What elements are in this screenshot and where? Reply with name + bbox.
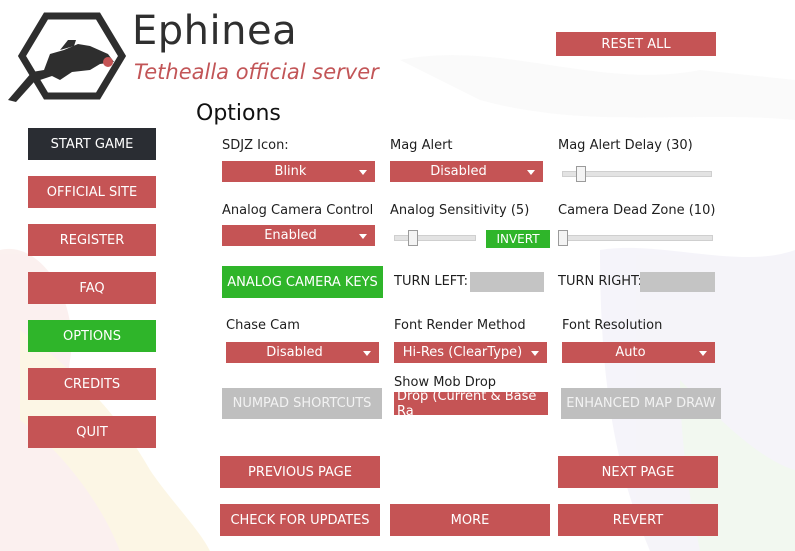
enhanced-map-draw-button[interactable]: ENHANCED MAP DRAW xyxy=(561,388,721,419)
sdjz-icon-dropdown[interactable]: Blink xyxy=(222,161,375,182)
font-render-method-label: Font Render Method xyxy=(394,318,526,333)
camera-dead-zone-slider[interactable] xyxy=(558,230,713,246)
turn-left-key-field[interactable] xyxy=(470,272,544,292)
reset-all-button[interactable]: RESET ALL xyxy=(556,32,716,56)
mag-alert-label: Mag Alert xyxy=(390,138,453,153)
analog-camera-keys-button[interactable]: ANALOG CAMERA KEYS xyxy=(222,266,383,298)
quit-button[interactable]: QUIT xyxy=(28,416,156,448)
options-button[interactable]: OPTIONS xyxy=(28,320,156,352)
app-subtitle: Tethealla official server xyxy=(134,60,379,84)
font-resolution-label: Font Resolution xyxy=(562,318,663,333)
more-button[interactable]: MORE xyxy=(390,504,550,536)
mag-alert-value: Disabled xyxy=(430,164,487,179)
show-mob-drop-dropdown[interactable]: Drop (Current & Base Ra xyxy=(394,392,548,415)
previous-page-button[interactable]: PREVIOUS PAGE xyxy=(220,456,380,488)
credits-button[interactable]: CREDITS xyxy=(28,368,156,400)
slider-thumb[interactable] xyxy=(408,230,418,246)
slider-track xyxy=(394,235,476,241)
chevron-down-icon xyxy=(531,350,539,356)
chase-cam-dropdown[interactable]: Disabled xyxy=(226,342,379,363)
font-render-method-dropdown[interactable]: Hi-Res (ClearType) xyxy=(394,342,547,363)
analog-sensitivity-label: Analog Sensitivity (5) xyxy=(390,203,530,218)
ephinea-logo-icon xyxy=(8,12,127,102)
chevron-down-icon xyxy=(359,233,367,239)
official-site-button[interactable]: OFFICIAL SITE xyxy=(28,176,156,208)
next-page-button[interactable]: NEXT PAGE xyxy=(558,456,718,488)
revert-button[interactable]: REVERT xyxy=(558,504,718,536)
chase-cam-value: Disabled xyxy=(266,345,323,360)
camera-dead-zone-label: Camera Dead Zone (10) xyxy=(558,203,716,218)
chevron-down-icon xyxy=(359,169,367,175)
turn-right-key-field[interactable] xyxy=(640,272,715,292)
font-resolution-value: Auto xyxy=(615,345,646,360)
font-render-method-value: Hi-Res (ClearType) xyxy=(402,345,523,360)
invert-button[interactable]: INVERT xyxy=(486,230,550,248)
mag-alert-delay-slider[interactable] xyxy=(562,166,712,182)
slider-thumb[interactable] xyxy=(576,166,586,182)
start-game-button[interactable]: START GAME xyxy=(28,128,156,160)
page-title: Options xyxy=(196,101,281,126)
analog-camera-control-dropdown[interactable]: Enabled xyxy=(222,225,375,246)
analog-sensitivity-slider[interactable] xyxy=(394,230,476,246)
check-for-updates-button[interactable]: CHECK FOR UPDATES xyxy=(220,504,380,536)
chase-cam-label: Chase Cam xyxy=(226,318,300,333)
faq-button[interactable]: FAQ xyxy=(28,272,156,304)
show-mob-drop-label: Show Mob Drop xyxy=(394,375,497,390)
analog-camera-control-label: Analog Camera Control xyxy=(222,203,374,218)
turn-right-label: TURN RIGHT: xyxy=(558,274,642,289)
font-resolution-dropdown[interactable]: Auto xyxy=(562,342,715,363)
slider-track xyxy=(558,235,713,241)
mag-alert-dropdown[interactable]: Disabled xyxy=(390,161,543,182)
turn-left-label: TURN LEFT: xyxy=(394,274,468,289)
sdjz-icon-label: SDJZ Icon: xyxy=(222,138,289,153)
mag-alert-delay-label: Mag Alert Delay (30) xyxy=(558,138,693,153)
chevron-down-icon xyxy=(699,350,707,356)
app-title: Ephinea xyxy=(132,8,298,54)
register-button[interactable]: REGISTER xyxy=(28,224,156,256)
numpad-shortcuts-button[interactable]: NUMPAD SHORTCUTS xyxy=(222,388,382,419)
slider-thumb[interactable] xyxy=(558,230,568,246)
analog-camera-control-value: Enabled xyxy=(264,228,317,243)
sdjz-icon-value: Blink xyxy=(274,164,307,179)
chevron-down-icon xyxy=(527,169,535,175)
show-mob-drop-value: Drop (Current & Base Ra xyxy=(397,392,537,415)
chevron-down-icon xyxy=(363,350,371,356)
